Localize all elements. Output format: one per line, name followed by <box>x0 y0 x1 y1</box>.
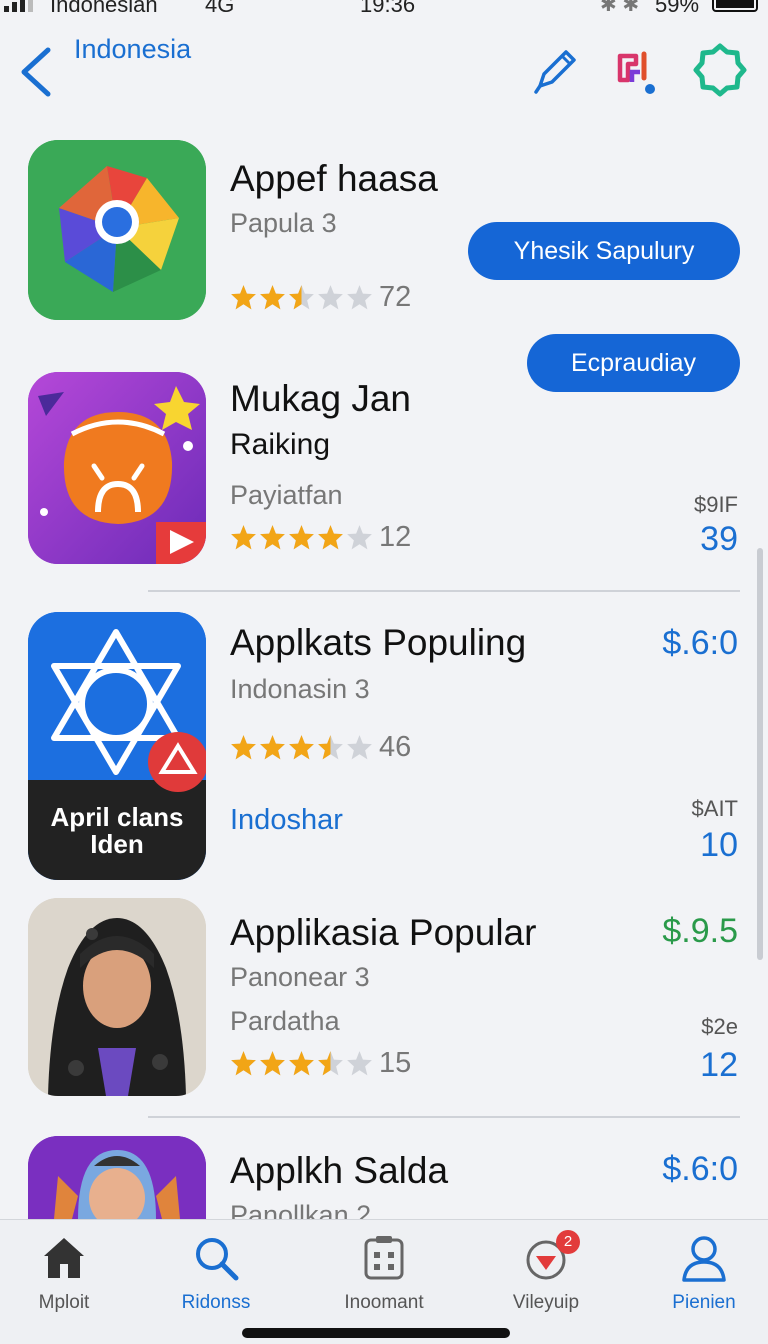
signal-icon <box>4 0 33 12</box>
rating-count: 46 <box>379 730 412 763</box>
app-icon-caption: April clans Iden <box>50 802 184 859</box>
price-label: $AIT <box>691 796 738 821</box>
star-icon <box>347 284 372 309</box>
app-name[interactable]: Applkats Populing <box>230 622 526 664</box>
app-rating: 46 <box>230 730 411 764</box>
app-developer: Payiatfan <box>230 480 343 510</box>
tab-profile[interactable]: Pienien <box>634 1234 768 1314</box>
price-label: $9IF <box>693 492 738 517</box>
scrollbar[interactable] <box>757 548 763 960</box>
star-rating <box>230 284 373 311</box>
star-icon <box>318 734 343 759</box>
star-icon <box>318 524 343 549</box>
tab-label: Pienien <box>672 1292 736 1313</box>
app-rating: 72 <box>230 280 411 314</box>
star-icon <box>289 524 314 549</box>
home-icon <box>44 1238 84 1278</box>
app-category: Raiking <box>230 428 331 461</box>
star-icon <box>289 1050 314 1075</box>
row-divider <box>148 590 740 592</box>
badge-icon[interactable] <box>606 42 662 98</box>
get-button[interactable]: Yhesik Sapulury <box>468 222 740 280</box>
app-name[interactable]: Applikasia Popular <box>230 912 536 954</box>
home-indicator[interactable] <box>242 1328 510 1338</box>
star-icon <box>347 734 372 759</box>
star-rating <box>230 524 373 551</box>
rating-count: 15 <box>379 1046 412 1079</box>
rating-count: 72 <box>379 280 412 313</box>
tab-search[interactable]: Ridonss <box>146 1234 286 1314</box>
price-button[interactable]: $.6:0 <box>662 624 738 663</box>
price-button[interactable]: $.9.5 <box>662 912 738 951</box>
bluetooth-icon: ✱ ✱ <box>600 0 640 16</box>
price-value[interactable]: 10 <box>700 826 738 865</box>
app-developer: Papula 3 <box>230 208 337 238</box>
tab-updates[interactable]: 2 Vileyuip <box>476 1230 616 1314</box>
network-label: 4G <box>205 0 235 17</box>
tab-label: Inoomant <box>344 1292 424 1313</box>
status-bar: Indonesian 4G 19:36 ✱ ✱ 59% <box>0 0 768 20</box>
star-icon <box>231 734 256 759</box>
star-icon <box>231 1050 256 1075</box>
battery-icon <box>712 0 758 12</box>
clock: 19:36 <box>360 0 416 17</box>
star-icon <box>289 284 314 309</box>
star-icon <box>231 524 256 549</box>
app-name[interactable]: Appef haasa <box>230 158 438 200</box>
star-icon <box>231 284 256 309</box>
person-icon <box>682 1236 726 1282</box>
star-icon <box>318 1050 343 1075</box>
price-button[interactable]: $.6:0 <box>662 1150 738 1189</box>
star-icon <box>260 1050 285 1075</box>
battery-percent: 59% <box>655 0 700 17</box>
app-developer: Panollkan 2 <box>230 1200 372 1219</box>
portrait-app-icon[interactable] <box>28 898 206 1096</box>
pinwheel-app-icon[interactable] <box>28 140 206 320</box>
tab-label: Ridonss <box>181 1292 251 1313</box>
tab-label: Mploit <box>38 1292 90 1313</box>
app-developer: Panonear 3 <box>230 962 370 992</box>
app-rating: 12 <box>230 520 411 554</box>
star-icon <box>260 284 285 309</box>
star-icon <box>260 524 285 549</box>
app-name[interactable]: Mukag Jan <box>230 378 411 420</box>
search-icon <box>196 1238 239 1281</box>
app-developer: Indonasin 3 <box>230 674 370 704</box>
back-chevron-icon[interactable] <box>14 44 58 100</box>
star-icon <box>260 734 285 759</box>
notification-badge: 2 <box>556 1230 580 1254</box>
star-icon <box>318 284 343 309</box>
app-name[interactable]: Applkh Salda <box>230 1150 448 1192</box>
tab-documents[interactable]: Inoomant <box>314 1234 454 1314</box>
tab-label: Vileyuip <box>512 1292 580 1313</box>
price-label: $2e <box>701 1014 738 1039</box>
page-title: Indonesia <box>74 34 192 64</box>
star-rating <box>230 1050 373 1077</box>
star-icon <box>289 734 314 759</box>
star-of-david-app-icon[interactable]: April clans Iden April clans Iden <box>28 612 206 880</box>
rating-count: 12 <box>379 520 412 553</box>
grid-doc-icon <box>364 1236 404 1280</box>
pencil-icon[interactable] <box>528 42 584 98</box>
tab-home[interactable]: Mploit <box>0 1234 134 1314</box>
avatar-app-icon[interactable] <box>28 1136 206 1219</box>
orange-ball-app-icon[interactable] <box>28 372 206 564</box>
star-rating <box>230 734 373 761</box>
price-value[interactable]: 39 <box>700 520 738 559</box>
developer-link[interactable]: Indoshar <box>230 804 343 837</box>
app-category: Pardatha <box>230 1006 340 1036</box>
carrier-label: Indonesian <box>50 0 158 17</box>
app-rating: 15 <box>230 1046 411 1080</box>
settings-ring-icon[interactable] <box>692 42 748 98</box>
price-value[interactable]: 12 <box>700 1046 738 1085</box>
star-icon <box>347 524 372 549</box>
tab-bar: Mploit Ridonss Inoomant 2 Vileyuip Pieni… <box>0 1219 768 1344</box>
get-button[interactable]: Ecpraudiay <box>527 334 740 392</box>
star-icon <box>347 1050 372 1075</box>
row-divider <box>148 1116 740 1118</box>
